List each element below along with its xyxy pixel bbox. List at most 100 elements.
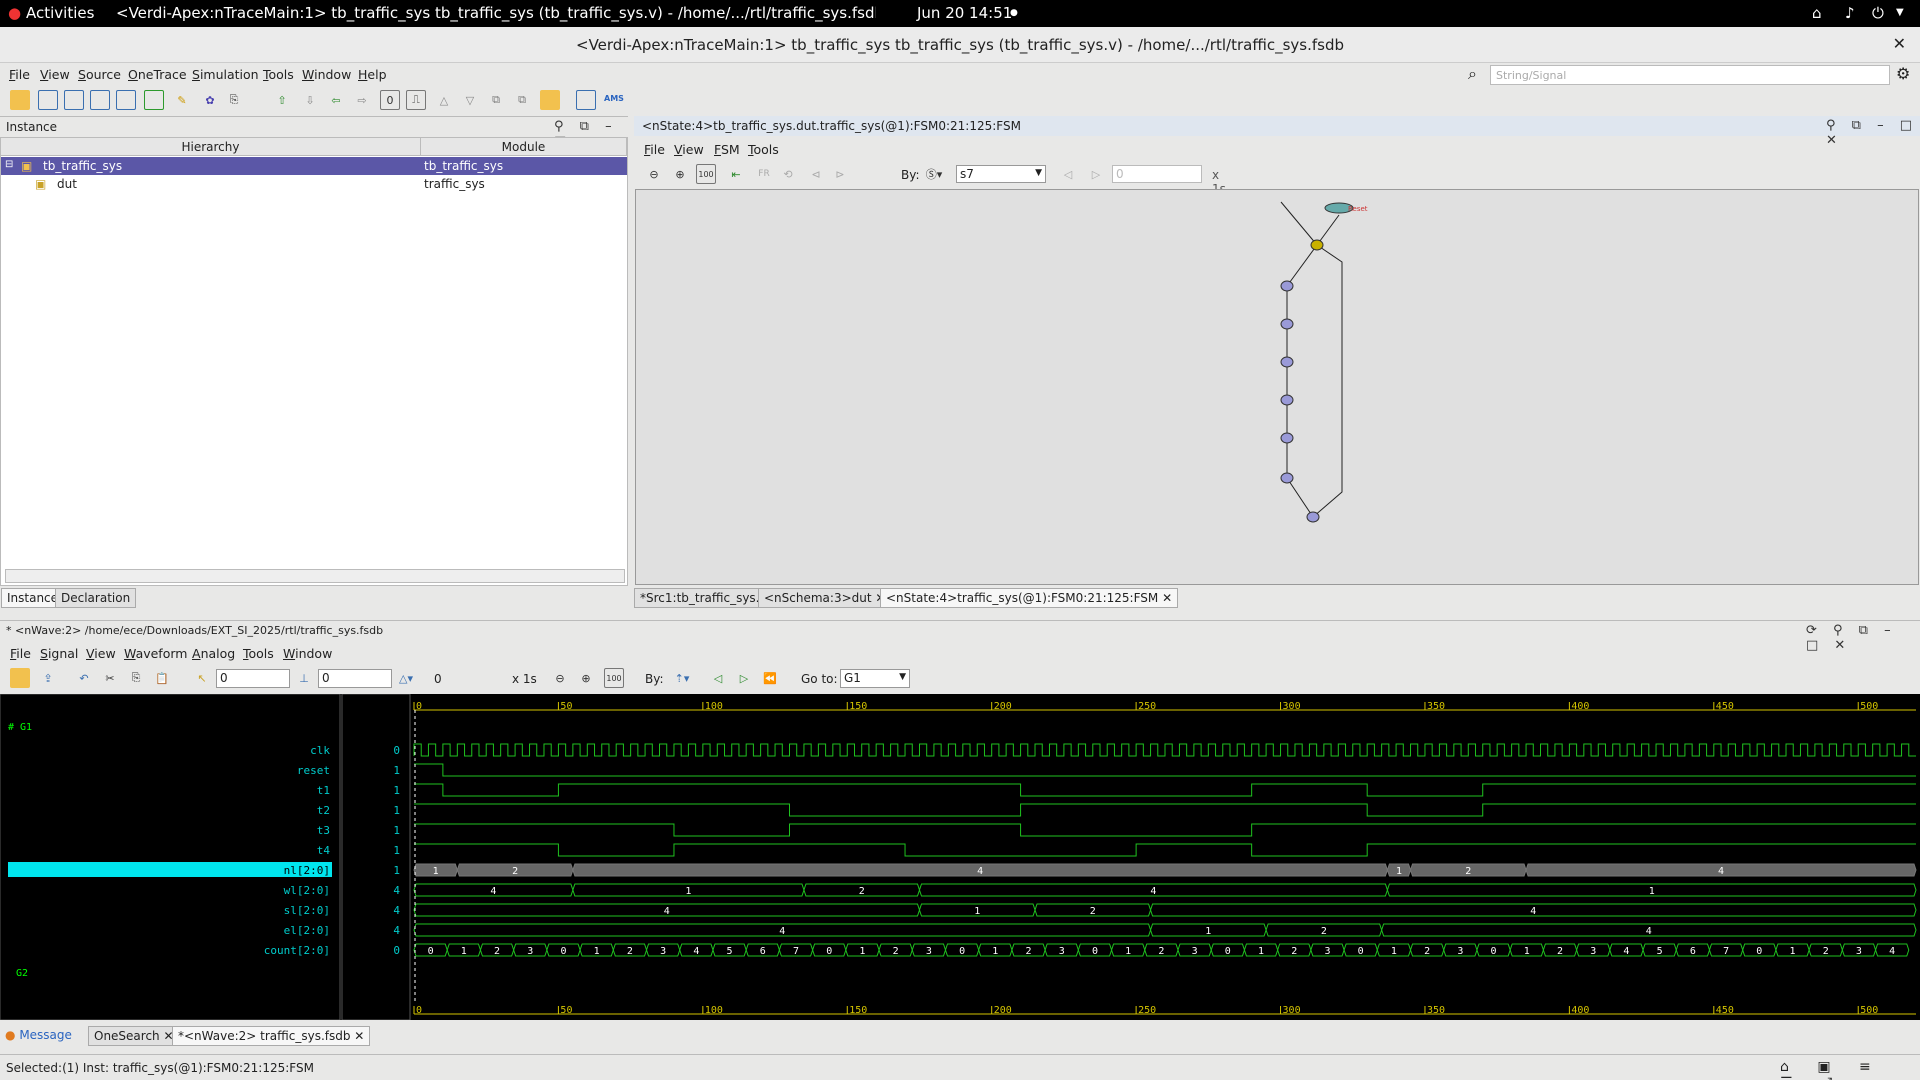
state-select[interactable]: s7 ▼ [956,165,1046,183]
marker-time-input[interactable]: 0 [318,669,392,688]
ams-icon[interactable]: AMS [604,88,624,108]
signal-name-el20[interactable]: el[2:0] [284,924,330,937]
tree-row-tb-traffic-sys[interactable]: ⊟ ▣ tb_traffic_sys tb_traffic_sys [1,157,627,175]
gear-icon[interactable]: ✿ [200,90,220,110]
wave-menu-waveform[interactable]: Waveform [124,646,187,661]
waveform-canvas[interactable]: 0 50 100 150 200 250 300 350 400 450 5000 50 100 150 2… [0,693,1920,1021]
step-forward-icon[interactable]: ▷ [1086,164,1106,184]
signal-name-wl20[interactable]: wl[2:0] [284,884,330,897]
menu-onetrace[interactable]: OneTrace [128,67,187,82]
cursor-icon[interactable]: ↖ [192,668,212,688]
menu-window[interactable]: Window [302,67,351,82]
step-icon[interactable]: ⎍ [406,90,426,110]
activities-button[interactable]: Activities [26,4,94,22]
panel-window-buttons[interactable]: ⟳ ⚲ ⧉ – □ ✕ [1806,623,1920,653]
state-search-icon[interactable]: Ⓢ▾ [924,164,944,184]
collapse-icon[interactable]: ⊟ [5,159,13,170]
cut-icon[interactable]: ✂ [100,668,120,688]
menu-source[interactable]: Source [78,67,121,82]
tab-message[interactable]: ● Message [0,1026,77,1046]
wave-menu-file[interactable]: File [10,646,31,661]
menu-file[interactable]: File [9,67,30,82]
delta-icon[interactable]: △▾ [396,668,416,688]
search-input[interactable]: String/Signal [1490,65,1890,85]
wave-menu-view[interactable]: View [86,646,116,661]
menu-help[interactable]: Help [358,67,387,82]
forward-arrow-icon[interactable]: ⇨ [352,90,372,110]
compare-icon[interactable] [576,90,596,110]
goto-select[interactable]: G1 ▼ [840,669,910,688]
step-input[interactable]: 0 [1112,165,1202,183]
tab-nschema[interactable]: <nSchema:3>dut ✕ [758,588,892,608]
up-arrow-icon[interactable]: ⇧ [272,90,292,110]
menu-view[interactable]: View [40,67,70,82]
hierarchy-column-header[interactable]: Hierarchy [1,138,421,156]
from-icon[interactable]: FR [754,164,774,184]
bookmark-icon[interactable] [540,90,560,110]
signal-name-reset[interactable]: reset [297,764,330,777]
signal-name-t3[interactable]: t3 [317,824,330,837]
volume-icon[interactable]: ♪ [1845,4,1855,22]
zoom-out-icon[interactable]: ⊖ [550,668,570,688]
zoom-fit-icon[interactable]: 100 [696,164,716,184]
zero-icon[interactable]: 0 [380,90,400,110]
fsm-menu-file[interactable]: File [644,142,665,157]
list-icon[interactable] [116,90,136,110]
hier-up-icon[interactable]: ⧉ [486,90,506,110]
back-arrow-icon[interactable]: ⇦ [326,90,346,110]
add-icon[interactable] [144,90,164,110]
schematic-icon[interactable] [64,90,84,110]
wave-menu-signal[interactable]: Signal [40,646,78,661]
paste-icon[interactable]: 📋 [152,668,172,688]
to-icon[interactable]: ⟲ [778,164,798,184]
status-icons[interactable]: ⌂ ▣ ≡ ☰ ⤢ [1780,1059,1920,1080]
step-back-icon[interactable]: ◁ [1058,164,1078,184]
hier-down-icon[interactable]: ⧉ [512,90,532,110]
zoom-out-icon[interactable]: ⊖ [644,164,664,184]
wave-menu-tools[interactable]: Tools [243,646,274,661]
rewind-icon[interactable]: ⏪ [760,668,780,688]
settings-icon[interactable]: ⚙ [1896,64,1910,83]
fsm-state-s3[interactable] [1280,356,1294,368]
close-icon[interactable]: ✕ [1893,34,1906,53]
fsm-state-s6[interactable] [1280,472,1294,484]
signal-name-clk[interactable]: clk [310,744,330,757]
tree-row-dut[interactable]: ▣ dut traffic_sys [1,175,627,193]
menu-simulation[interactable]: Simulation [192,67,259,82]
tab-nwave[interactable]: *<nWave:2> traffic_sys.fsdb ✕ [172,1026,371,1046]
pencil-icon[interactable]: ✎ [172,90,192,110]
panel-window-buttons[interactable]: ⚲ ⧉ – □ ✕ [1826,118,1920,148]
tab-declaration[interactable]: Declaration [55,588,137,608]
signal-name-count20[interactable]: count[2:0] [264,944,330,957]
network-icon[interactable]: ⌂ [1812,4,1822,22]
fsm-menu-fsm[interactable]: FSM [714,142,740,157]
next-state-icon[interactable]: ⊳ [830,164,850,184]
module-column-header[interactable]: Module [421,138,627,156]
zoom-in-icon[interactable]: ⊕ [576,668,596,688]
fsm-state-s2[interactable] [1280,318,1294,330]
signal-name-t1[interactable]: t1 [317,784,330,797]
undo-icon[interactable]: ↶ [74,668,94,688]
copy-icon[interactable]: ⎘ [126,668,146,688]
tab-onesearch[interactable]: OneSearch ✕ [88,1026,180,1046]
wave-menu-window[interactable]: Window [283,646,332,661]
search-icon[interactable]: ⌕ [1468,64,1477,84]
signal-name-sl20[interactable]: sl[2:0] [284,904,330,917]
fsm-menu-view[interactable]: View [674,142,704,157]
tab-nstate[interactable]: <nState:4>traffic_sys(@1):FSM0:21:125:FS… [880,588,1179,608]
app-menu-title[interactable]: <Verdi-Apex:nTraceMain:1> tb_traffic_sys… [116,4,876,22]
power-icon[interactable]: ⏻ [1872,4,1884,22]
tab-src1[interactable]: *Src1:tb_traffic_sys.v [634,588,773,608]
fsm-state-s5[interactable] [1280,432,1294,444]
next-icon[interactable]: ▽ [460,90,480,110]
clock[interactable]: Jun 20 14:51 [917,4,1012,22]
signal-name-t2[interactable]: t2 [317,804,330,817]
signal-name-nl20[interactable]: nl[2:0] [284,864,330,877]
search-back-icon[interactable]: ◁ [708,668,728,688]
close-icon[interactable]: ✕ [354,1029,364,1043]
wave-icon[interactable] [90,90,110,110]
fsm-state-s1[interactable] [1280,280,1294,292]
open-folder-icon[interactable] [10,668,30,688]
zoom-in-icon[interactable]: ⊕ [670,164,690,184]
close-icon[interactable]: ✕ [1162,591,1172,605]
